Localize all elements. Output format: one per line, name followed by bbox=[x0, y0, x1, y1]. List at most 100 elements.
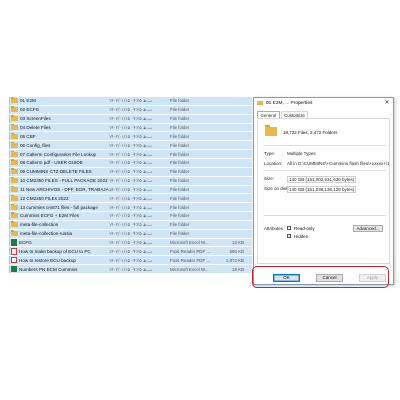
file-type: File folder bbox=[170, 124, 190, 130]
file-type: File folder bbox=[170, 98, 190, 104]
file-name: How to make backup of ECU to PC bbox=[19, 248, 91, 254]
file-date: ۱۴۰۲/۰۱/۱۵ ب.ظ ۰۴:۲۵ bbox=[109, 186, 153, 192]
file-row[interactable]: 13 cummins cm871 files - full package ۱۴۰… bbox=[9, 203, 252, 212]
file-size: 1,872 KB bbox=[225, 257, 244, 263]
selection-edge bbox=[9, 114, 10, 123]
file-name: meta-file-collection-russia bbox=[20, 231, 73, 237]
file-row[interactable]: 03 ScreenFiles ۱۴۰۲/۰۱/۱۵ ب.ظ ۰۴:۲۵ File f… bbox=[9, 114, 252, 123]
size-value: 140 GB (151,002,631,630 bytes) bbox=[287, 176, 357, 183]
file-name: 07 Calterm Configuration File Lookup bbox=[20, 151, 97, 157]
pdf-file-icon bbox=[11, 248, 17, 255]
file-row[interactable]: 02 ECFG ۱۴۰۲/۰۱/۱۵ ب.ظ ۰۴:۲۵ File folder bbox=[9, 105, 252, 114]
selection-edge bbox=[9, 247, 10, 256]
tab-general[interactable]: General bbox=[257, 111, 280, 118]
folder-icon bbox=[10, 168, 18, 175]
file-name: 09 CUMMINS CTZ DELETE FILES bbox=[20, 169, 92, 175]
file-type: File folder bbox=[170, 231, 190, 237]
folder-icon bbox=[10, 159, 18, 166]
hidden-label: Hidden bbox=[294, 234, 309, 239]
file-row[interactable]: 11 New ARCHIVOS - DPF, EGR, TRABAJA... ۱۴… bbox=[9, 185, 252, 194]
file-type: Foxit Reader PDF ... bbox=[170, 248, 211, 254]
file-type: File folder bbox=[170, 142, 190, 148]
file-row[interactable]: How to restore ECU backup ۱۴۰۲/۰۱/۱۵ ب.ظ … bbox=[9, 256, 252, 265]
file-type: File folder bbox=[170, 116, 190, 122]
size-highlight-annotation bbox=[252, 266, 389, 288]
size-on-disk-value: 140 GB (151,038,136,128 bytes) bbox=[287, 186, 357, 193]
file-row[interactable]: 06 Config_files ۱۴۰۲/۰۱/۱۵ ب.ظ ۰۴:۲۵ File … bbox=[9, 141, 252, 150]
file-name: Numbers PN ECM Cummins bbox=[19, 266, 78, 272]
file-date: ۱۴۰۲/۰۱/۱۵ ب.ظ ۰۴:۲۵ bbox=[109, 248, 153, 254]
location-label: Location: bbox=[264, 161, 283, 166]
file-row[interactable]: meta-file-collection-russia ۱۴۰۲/۰۱/۱۵ ب.… bbox=[9, 229, 252, 238]
properties-dialog: 01 E2M, ... Properties ✕ General Customi… bbox=[253, 97, 394, 285]
file-type: File folder bbox=[170, 151, 190, 157]
selection-edge bbox=[9, 212, 10, 220]
size-on-disk-label: Size on disk: bbox=[264, 186, 290, 191]
file-row[interactable]: 05 CBF ۱۴۰۲/۰۱/۱۵ ب.ظ ۰۴:۲۵ File folder bbox=[9, 132, 252, 141]
read-only-checkbox[interactable] bbox=[287, 226, 292, 231]
file-row[interactable]: How to make backup of ECU to PC ۱۴۰۲/۰۱/۱… bbox=[9, 247, 252, 256]
file-type: File folder bbox=[170, 222, 190, 228]
folder-icon bbox=[10, 177, 18, 184]
selection-edge bbox=[9, 123, 10, 132]
file-date: ۱۴۰۲/۰۱/۱۵ ب.ظ ۰۴:۲۵ bbox=[109, 213, 153, 219]
file-row[interactable]: 07 Calterm Configuration File Lookup ۱۴۰۲… bbox=[9, 150, 252, 158]
selection-edge bbox=[9, 141, 10, 150]
file-list: 01 E2M ۱۴۰۲/۰۱/۱۵ ب.ظ ۰۴:۲۵ File folder 02 … bbox=[9, 97, 252, 274]
selection-edge bbox=[9, 132, 10, 141]
file-name: 06 Config_files bbox=[20, 142, 51, 148]
selection-edge bbox=[9, 203, 10, 212]
file-date: ۱۴۰۲/۰۱/۱۵ ب.ظ ۰۴:۲۵ bbox=[109, 178, 153, 184]
file-row[interactable]: Cummins ECFG + E2M Files ۱۴۰۲/۰۱/۱۵ ب.ظ ۰… bbox=[9, 212, 252, 220]
file-name: 02 ECFG bbox=[20, 107, 40, 113]
file-date: ۱۴۰۲/۰۱/۱۵ ب.ظ ۰۴:۲۵ bbox=[109, 98, 153, 104]
selection-edge bbox=[9, 97, 10, 105]
file-date: ۱۴۰۲/۰۱/۱۵ ب.ظ ۰۴:۲۵ bbox=[109, 222, 153, 228]
tab-customize[interactable]: Customize bbox=[280, 111, 309, 118]
folder-icon bbox=[10, 97, 18, 104]
dialog-titlebar[interactable]: 01 E2M, ... Properties ✕ bbox=[254, 98, 393, 108]
file-row[interactable]: Numbers PN ECM Cummins ۱۴۰۲/۰۱/۱۵ ب.ظ ۰۴:… bbox=[9, 265, 252, 274]
file-row[interactable]: 10 CM2350 FILES - FULL PACKAGE 2022 ۱۴۰۲/… bbox=[9, 176, 252, 185]
file-row[interactable]: 08 Calterm pdf - USER GUIDE ۱۴۰۲/۰۱/۱۵ ب.… bbox=[9, 158, 252, 167]
file-name: 01 E2M bbox=[20, 98, 36, 104]
file-type: File folder bbox=[170, 133, 190, 139]
file-row[interactable]: 12 CM2250 FILEs 2022 ۱۴۰۲/۰۱/۱۵ ب.ظ ۰۴:۲۵… bbox=[9, 194, 252, 203]
file-date: ۱۴۰۲/۰۱/۱۵ ب.ظ ۰۴:۲۵ bbox=[109, 160, 153, 166]
file-name: Cummins ECFG + E2M Files bbox=[20, 213, 80, 219]
file-date: ۱۴۰۲/۰۱/۱۵ ب.ظ ۰۴:۲۵ bbox=[109, 204, 153, 210]
file-type: Foxit Reader PDF ... bbox=[170, 257, 211, 263]
file-date: ۱۴۰۲/۰۱/۱۵ ب.ظ ۰۴:۲۵ bbox=[109, 266, 153, 272]
folder-icon bbox=[10, 221, 18, 228]
selection-edge bbox=[9, 185, 10, 194]
file-date: ۱۴۰۲/۰۱/۱۵ ب.ظ ۰۴:۲۵ bbox=[109, 124, 153, 130]
file-row[interactable]: ECFG ۱۴۰۲/۰۱/۱۵ ب.ظ ۰۴:۲۵ Microsoft Excel … bbox=[9, 238, 252, 247]
file-name: 11 New ARCHIVOS - DPF, EGR, TRABAJA... bbox=[20, 186, 113, 192]
selection-edge bbox=[9, 229, 10, 238]
file-row[interactable]: 04 Delete Files ۱۴۰۲/۰۱/۱۵ ب.ظ ۰۴:۲۵ File … bbox=[9, 123, 252, 132]
pdf-file-icon bbox=[11, 256, 17, 264]
file-size: 18 KB bbox=[232, 266, 244, 272]
selection-edge bbox=[9, 265, 10, 274]
type-value: Multiple Types bbox=[287, 151, 316, 156]
folder-icon bbox=[10, 203, 18, 210]
hidden-checkbox[interactable] bbox=[287, 234, 292, 239]
file-row[interactable]: 01 E2M ۱۴۰۲/۰۱/۱۵ ب.ظ ۰۴:۲۵ File folder bbox=[9, 97, 252, 105]
folder-icon bbox=[10, 141, 18, 148]
file-row[interactable]: 09 CUMMINS CTZ DELETE FILES ۱۴۰۲/۰۱/۱۵ ب.… bbox=[9, 167, 252, 176]
file-date: ۱۴۰۲/۰۱/۱۵ ب.ظ ۰۴:۲۵ bbox=[109, 107, 153, 113]
file-type: File folder bbox=[170, 213, 190, 219]
close-button[interactable]: ✕ bbox=[384, 100, 390, 106]
file-date: ۱۴۰۲/۰۱/۱۵ ب.ظ ۰۴:۲۵ bbox=[109, 169, 153, 175]
selection-edge bbox=[9, 220, 10, 229]
folder-icon bbox=[257, 100, 263, 106]
file-date: ۱۴۰۲/۰۱/۱۵ ب.ظ ۰۴:۲۵ bbox=[109, 195, 153, 201]
file-type: File folder bbox=[170, 178, 190, 184]
folder-icon bbox=[10, 150, 18, 157]
file-folder-count: 18,722 Files, 2,472 Folders bbox=[283, 130, 338, 135]
selection-edge bbox=[9, 176, 10, 185]
folder-icon bbox=[10, 230, 18, 237]
selection-edge bbox=[9, 158, 10, 167]
advanced-button[interactable]: Advanced... bbox=[353, 225, 383, 232]
file-row[interactable]: meta-file-collection ۱۴۰۲/۰۱/۱۵ ب.ظ ۰۴:۲۵… bbox=[9, 220, 252, 229]
